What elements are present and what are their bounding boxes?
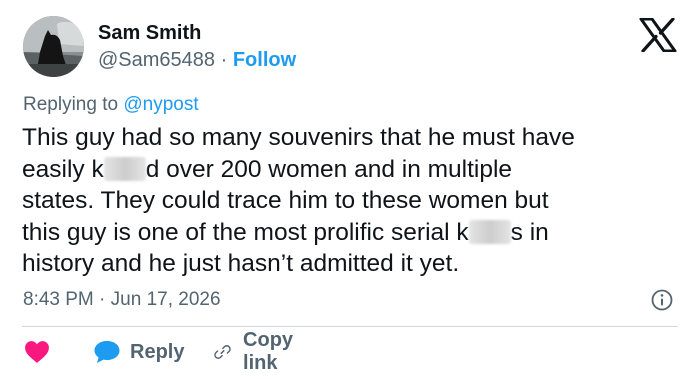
x-logo-icon[interactable]: [639, 17, 677, 53]
link-icon: [214, 345, 231, 359]
post-text: This guy had so many souvenirs that he m…: [22, 122, 692, 280]
divider: [22, 326, 678, 327]
text-segment: d over 200 women and in multiple: [145, 155, 513, 183]
post-line: states. They could trace him to these wo…: [22, 185, 692, 217]
reply-prefix: Replying to: [23, 94, 119, 115]
text-segment: This guy had so many souvenirs that he m…: [22, 124, 575, 151]
author-name[interactable]: Sam Smith: [98, 22, 201, 45]
post-line: This guy had so many souvenirs that he m…: [22, 122, 692, 154]
author-handle[interactable]: @Sam65488: [98, 49, 215, 71]
avatar-photo: [23, 16, 84, 77]
censor-blur: [103, 156, 146, 181]
reply-button[interactable]: Reply: [92, 338, 184, 366]
post-timestamp[interactable]: 8:43 PM · Jun 17, 2026: [23, 289, 221, 311]
follow-button[interactable]: Follow: [233, 49, 296, 71]
heart-icon: [25, 341, 49, 363]
copy-link-label: Copy link: [243, 329, 294, 374]
speech-bubble-icon: [94, 341, 120, 363]
author-handle-row: @Sam65488 · Follow: [98, 49, 296, 72]
censor-blur: [468, 219, 511, 244]
text-segment: this guy is one of the most prolific ser…: [22, 218, 469, 246]
timestamp-time: 8:43 PM: [23, 289, 94, 310]
text-segment: states. They could trace him to these wo…: [22, 187, 549, 214]
timestamp-date: Jun 17, 2026: [110, 289, 221, 310]
avatar[interactable]: [23, 16, 84, 77]
text-segment: history and he just hasn’t admitted it y…: [22, 250, 460, 277]
info-icon[interactable]: [651, 289, 673, 311]
reply-mention-link[interactable]: @nypost: [123, 94, 198, 115]
copy-link-button[interactable]: Copy link: [214, 329, 302, 374]
like-button[interactable]: [24, 338, 50, 366]
text-segment: s in: [510, 218, 549, 246]
post-line: this guy is one of the most prolific ser…: [22, 217, 692, 249]
separator-dot: ·: [99, 289, 106, 310]
text-segment: easily k: [22, 155, 104, 183]
separator-dot: ·: [220, 49, 228, 71]
post-line: history and he just hasn’t admitted it y…: [22, 248, 692, 280]
post-line: easily k d over 200 women and in multiple: [22, 154, 692, 186]
reply-context: Replying to @nypost: [23, 94, 199, 116]
reply-label: Reply: [130, 340, 185, 363]
